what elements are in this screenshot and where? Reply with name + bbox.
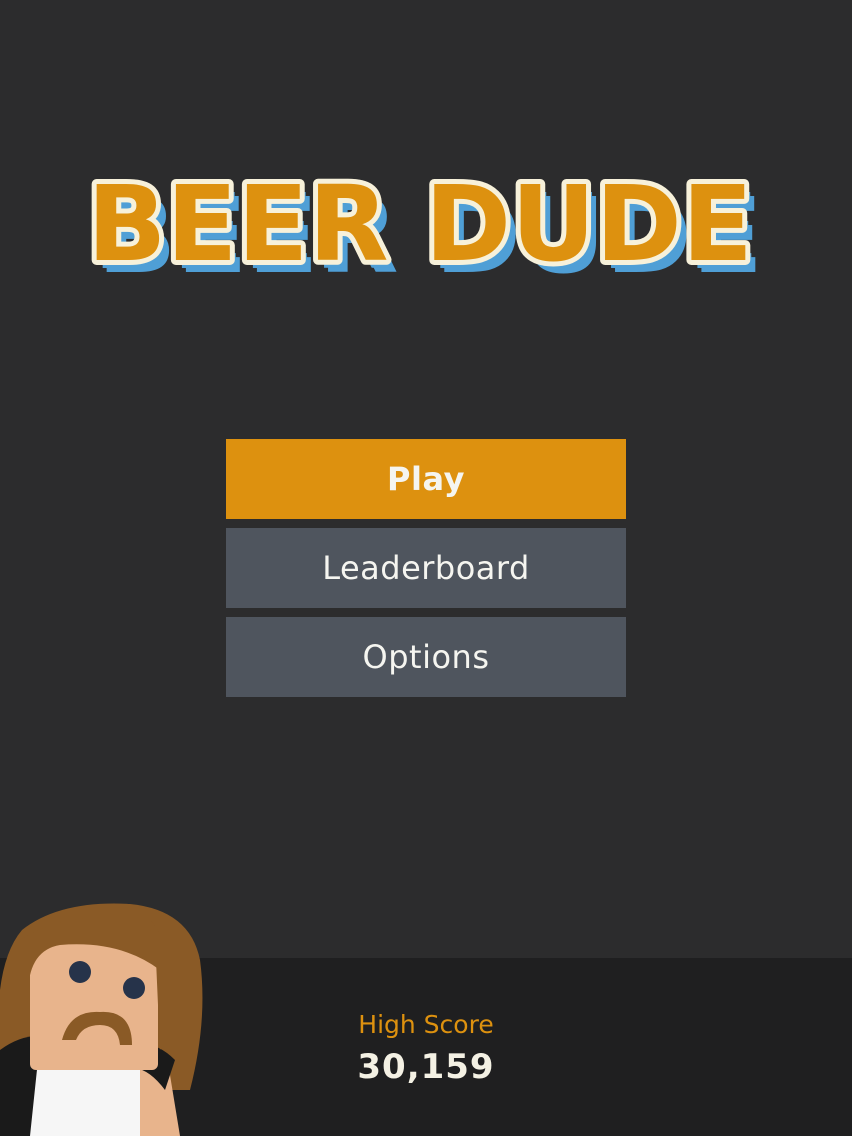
leaderboard-button-label: Leaderboard [322, 549, 530, 587]
game-title: BEER DUDE [87, 163, 753, 285]
play-button[interactable]: Play [226, 439, 626, 519]
play-button-label: Play [387, 460, 465, 498]
high-score-label: High Score [358, 1010, 494, 1039]
game-title-logo: BEER DUDE BEER DUDE BEER DUDE [82, 158, 763, 290]
main-menu-screen: BEER DUDE BEER DUDE BEER DUDE Play Leade… [0, 0, 852, 1136]
leaderboard-button[interactable]: Leaderboard [226, 528, 626, 608]
options-button[interactable]: Options [226, 617, 626, 697]
main-menu: Play Leaderboard Options [226, 439, 626, 706]
high-score-value: 30,159 [357, 1047, 495, 1087]
options-button-label: Options [362, 638, 490, 676]
